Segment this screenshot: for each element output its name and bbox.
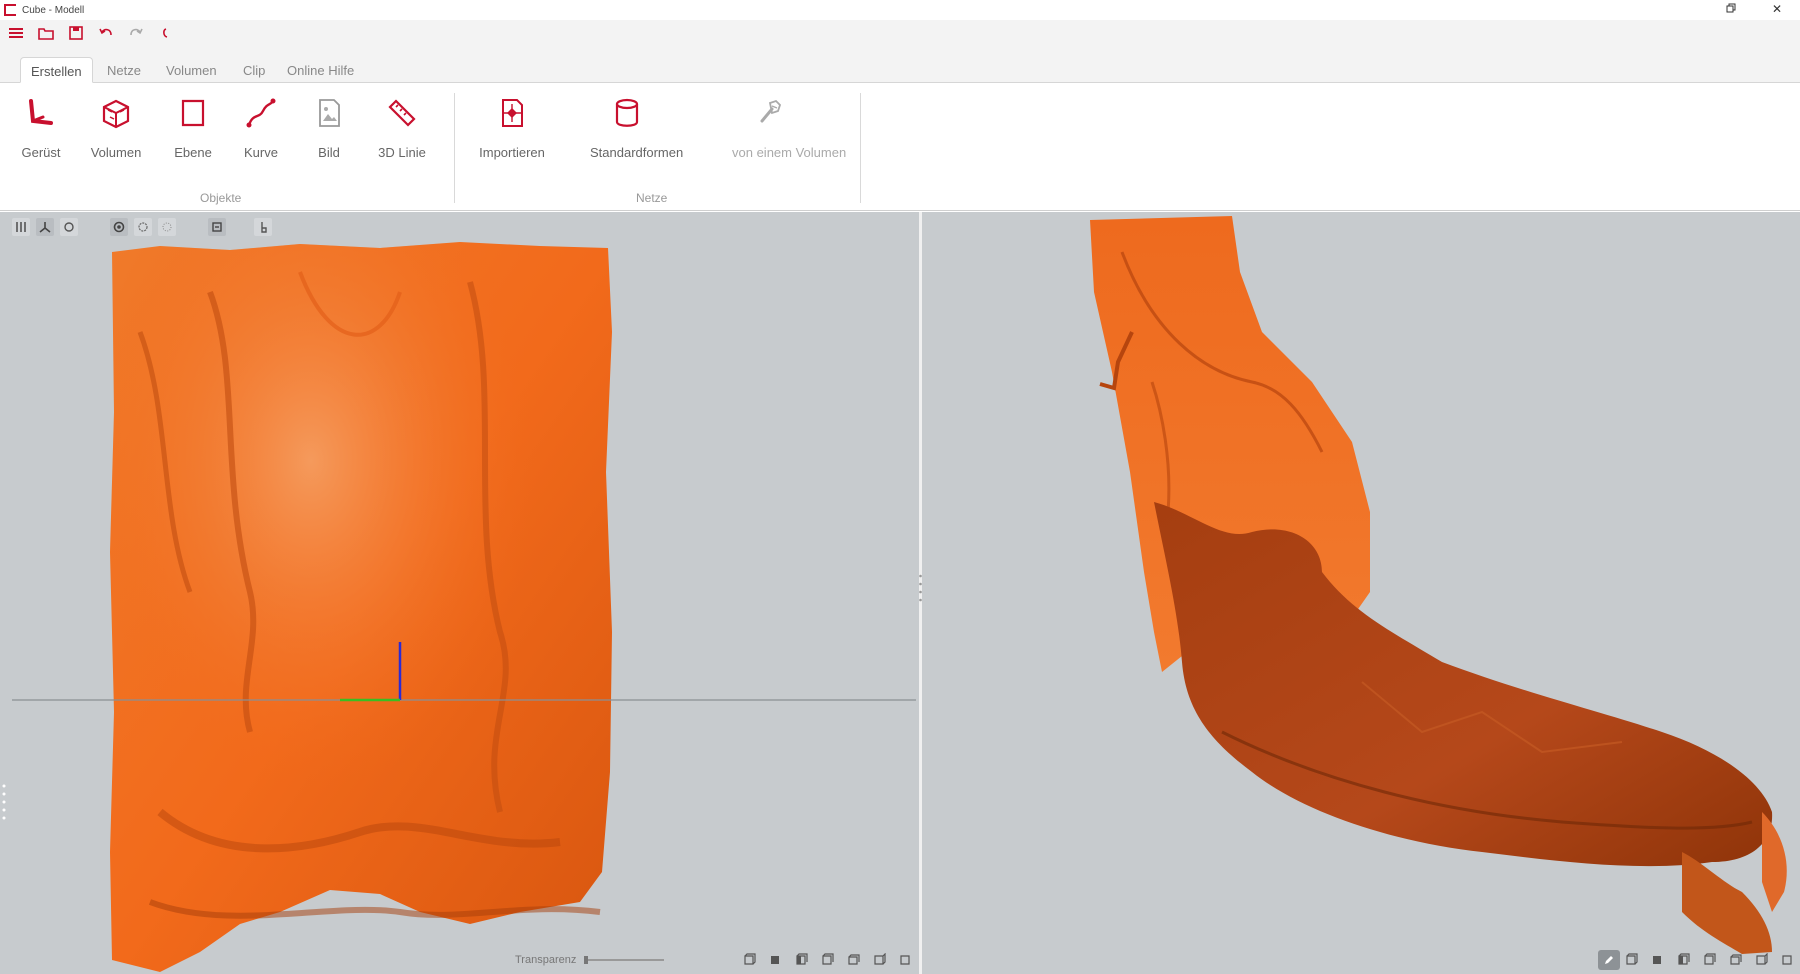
transparency-slider[interactable]: [584, 956, 665, 964]
ribbon-separator: [860, 93, 861, 203]
viewport-right[interactable]: [922, 212, 1800, 974]
view-bottom-icon[interactable]: [870, 952, 888, 968]
transparency-slider-knob[interactable]: [584, 956, 589, 964]
view-left-icon[interactable]: [1674, 952, 1692, 968]
curve-icon: [241, 93, 281, 133]
view-iso-icon[interactable]: [896, 952, 914, 968]
tab-volumen[interactable]: Volumen: [156, 57, 227, 83]
group-label-objekte: Objekte: [200, 191, 242, 205]
open-folder-icon[interactable]: [38, 25, 54, 41]
cylinder-icon: [607, 93, 647, 133]
view-iso-icon[interactable]: [1778, 952, 1796, 968]
volumen-button[interactable]: Volumen: [78, 93, 154, 173]
ebene-button[interactable]: Ebene: [155, 93, 231, 173]
image-icon: [309, 93, 349, 133]
bild-label: Bild: [318, 145, 340, 160]
ribbon-panel: Gerüst Volumen Ebene Kurve Bild 3D Linie…: [0, 83, 1800, 211]
von-einem-volumen-label: von einem Volumen: [732, 145, 847, 160]
3d-linie-button[interactable]: 3D Linie: [364, 93, 440, 173]
transparency-label: Transparenz: [515, 954, 577, 966]
ruler-icon: [382, 93, 422, 133]
tab-clip[interactable]: Clip: [233, 57, 275, 83]
ribbon-tabs: Erstellen Netze Volumen Clip Online Hilf…: [0, 46, 1800, 83]
viewport-left[interactable]: Transparenz: [0, 212, 919, 974]
standardformen-button[interactable]: Standardformen: [590, 93, 684, 173]
title-bar: Cube - Modell ✕: [0, 0, 1800, 20]
importieren-button[interactable]: Importieren: [474, 93, 550, 173]
view-right-icon[interactable]: [1700, 952, 1718, 968]
view-top-icon[interactable]: [1726, 952, 1744, 968]
restore-icon[interactable]: [1722, 2, 1740, 16]
menu-icon[interactable]: [8, 25, 24, 41]
importieren-label: Importieren: [479, 145, 545, 160]
save-icon[interactable]: [68, 25, 84, 41]
geruest-button[interactable]: Gerüst: [3, 93, 79, 173]
view-left-icon[interactable]: [792, 952, 810, 968]
quick-access-toolbar: [0, 20, 1800, 46]
bild-button[interactable]: Bild: [291, 93, 367, 173]
von-einem-volumen-button[interactable]: von einem Volumen: [732, 93, 847, 173]
kurve-button[interactable]: Kurve: [223, 93, 299, 173]
volume-icon: [96, 93, 136, 133]
mesh-render-left[interactable]: [0, 212, 919, 974]
view-back-icon[interactable]: [766, 952, 784, 968]
view-top-icon[interactable]: [844, 952, 862, 968]
3d-linie-label: 3D Linie: [378, 145, 426, 160]
window-title: Cube - Modell: [22, 4, 85, 16]
skeleton-icon: [21, 93, 61, 133]
view-back-icon[interactable]: [1648, 952, 1666, 968]
view-right-icon[interactable]: [818, 952, 836, 968]
ebene-label: Ebene: [174, 145, 212, 160]
standardformen-label: Standardformen: [590, 145, 684, 160]
volumen-label: Volumen: [90, 145, 142, 160]
view-front-icon[interactable]: [740, 952, 758, 968]
close-button[interactable]: ✕: [1768, 2, 1786, 16]
mesh-from-volume-icon: [750, 93, 790, 133]
mesh-render-right[interactable]: [922, 212, 1800, 974]
view-front-icon[interactable]: [1622, 952, 1640, 968]
kurve-label: Kurve: [244, 145, 278, 160]
refresh-icon[interactable]: [158, 25, 174, 41]
import-icon: [492, 93, 532, 133]
undo-icon[interactable]: [98, 25, 114, 41]
plane-icon: [173, 93, 213, 133]
ribbon-separator: [454, 93, 455, 203]
tab-erstellen[interactable]: Erstellen: [20, 57, 93, 83]
pencil-icon[interactable]: [1598, 950, 1620, 970]
tab-online-hilfe[interactable]: Online Hilfe: [277, 57, 364, 83]
group-label-netze: Netze: [636, 191, 668, 205]
redo-icon[interactable]: [128, 25, 144, 41]
view-bottom-icon[interactable]: [1752, 952, 1770, 968]
transparency-control: Transparenz: [515, 954, 665, 966]
geruest-label: Gerüst: [21, 145, 61, 160]
tab-netze[interactable]: Netze: [97, 57, 151, 83]
view-buttons-left: [740, 952, 914, 968]
app-logo-icon: [4, 4, 16, 16]
view-buttons-right: [1622, 952, 1796, 968]
